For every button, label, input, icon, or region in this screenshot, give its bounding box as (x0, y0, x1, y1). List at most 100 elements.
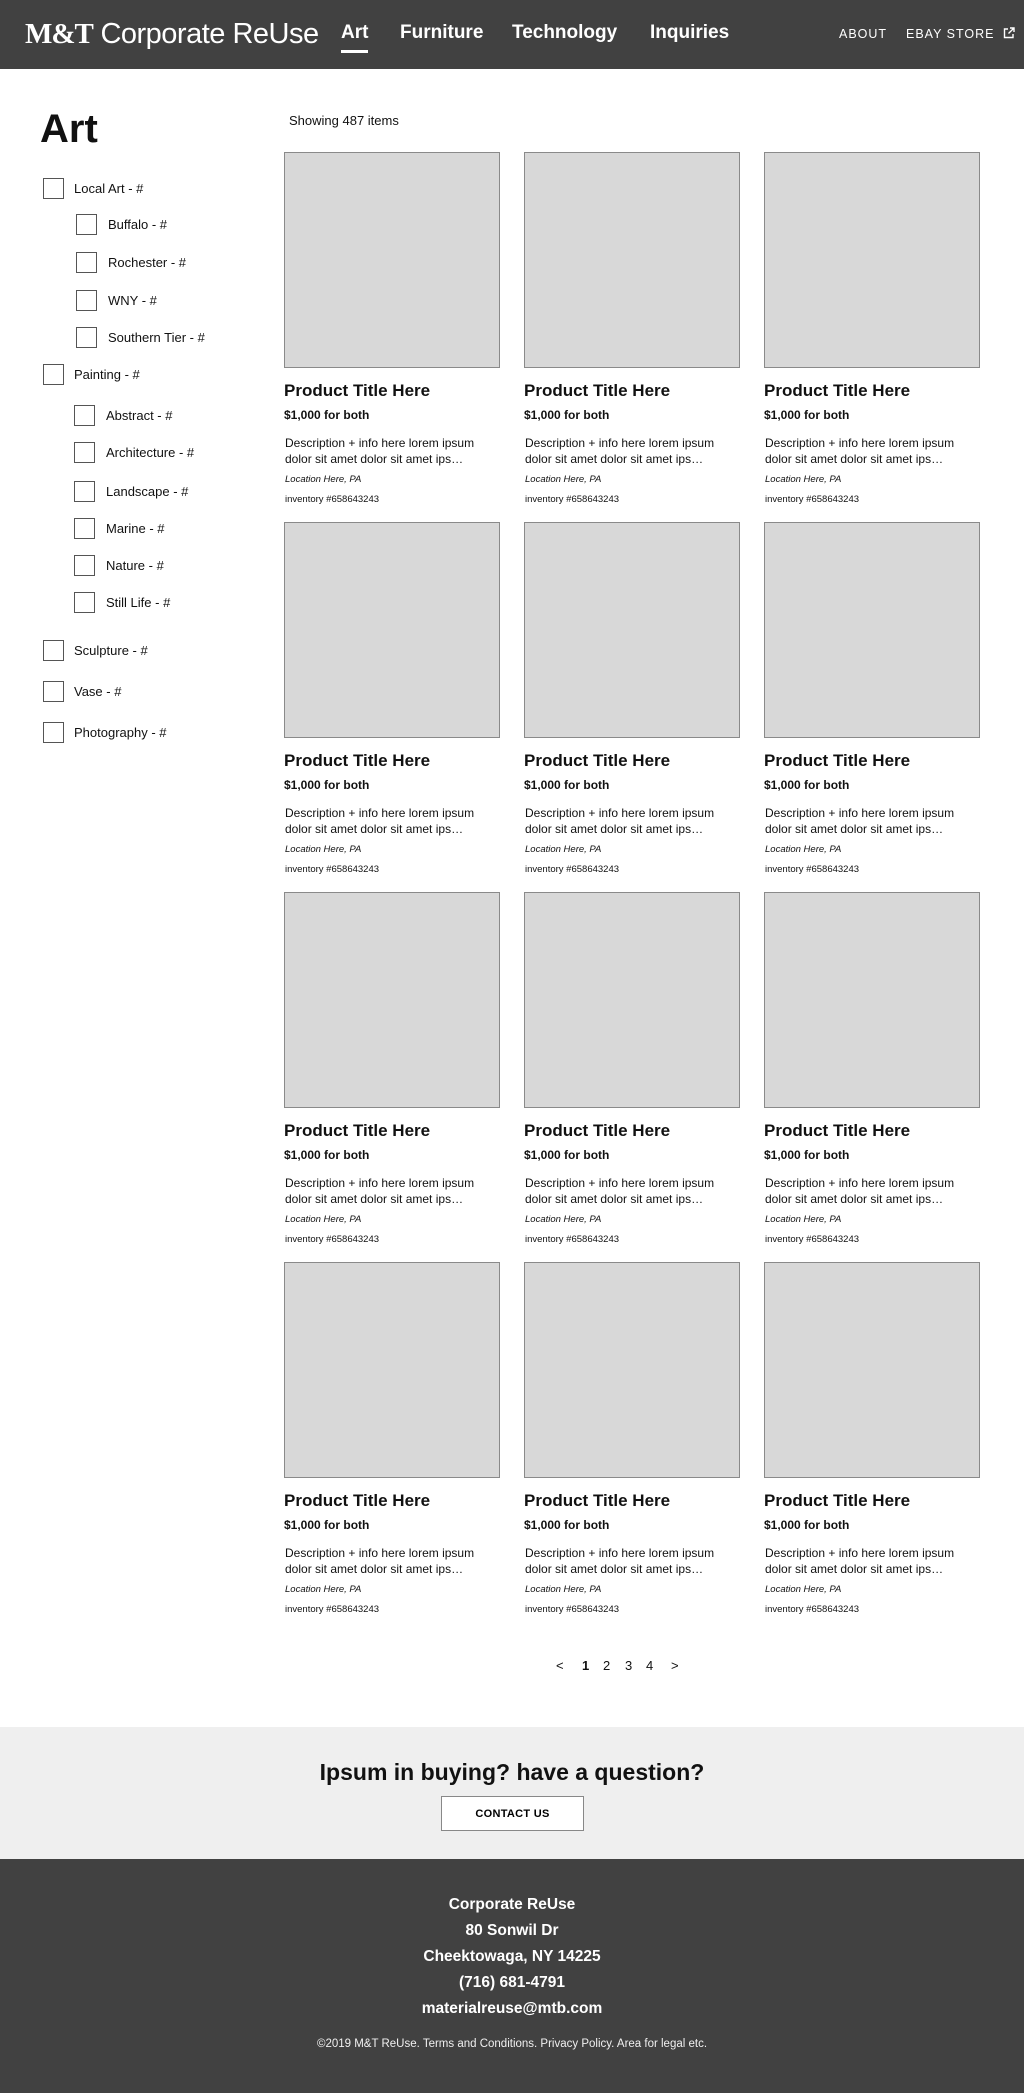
pagination-page-3[interactable]: 3 (625, 1658, 632, 1674)
filter-subcategory[interactable]: Nature - # (74, 555, 164, 576)
filter-subcategory[interactable]: Buffalo - # (76, 214, 167, 235)
logo-name: Corporate ReUse (100, 18, 319, 50)
product-title[interactable]: Product Title Here (524, 1490, 670, 1512)
product-image[interactable] (524, 522, 740, 738)
product-card[interactable]: Product Title Here $1,000 for both Descrip… (764, 152, 980, 518)
product-location: Location Here, PA (285, 1214, 362, 1225)
filter-subcategory[interactable]: Marine - # (74, 518, 165, 539)
filter-category[interactable]: Vase - # (43, 681, 121, 702)
product-card[interactable]: Product Title Here $1,000 for both Descrip… (524, 522, 740, 888)
product-location: Location Here, PA (525, 844, 602, 855)
product-image[interactable] (764, 152, 980, 368)
product-image[interactable] (764, 892, 980, 1108)
filter-checkbox[interactable] (43, 364, 64, 385)
product-card[interactable]: Product Title Here $1,000 for both Descrip… (764, 892, 980, 1258)
product-title[interactable]: Product Title Here (524, 750, 670, 772)
product-title[interactable]: Product Title Here (284, 1120, 430, 1142)
product-title[interactable]: Product Title Here (284, 1490, 430, 1512)
footer-phone[interactable]: (716) 681-4791 (0, 1973, 1024, 1993)
product-image[interactable] (284, 522, 500, 738)
footer-street: 80 Sonwil Dr (465, 1922, 559, 1939)
product-image[interactable] (284, 1262, 500, 1478)
product-title[interactable]: Product Title Here (764, 1490, 910, 1512)
product-card[interactable]: Product Title Here $1,000 for both Descrip… (284, 522, 500, 888)
result-count: Showing 487 items (289, 113, 399, 128)
filter-checkbox[interactable] (74, 442, 95, 463)
product-image[interactable] (764, 1262, 980, 1478)
filter-checkbox[interactable] (43, 722, 64, 743)
pagination-prev[interactable]: < (556, 1658, 564, 1674)
product-image[interactable] (284, 152, 500, 368)
filter-category[interactable]: Local Art - # (43, 178, 143, 199)
product-title[interactable]: Product Title Here (524, 1120, 670, 1142)
product-card[interactable]: Product Title Here $1,000 for both Descrip… (284, 152, 500, 518)
pagination-page-2[interactable]: 2 (603, 1658, 610, 1674)
filter-subcategory[interactable]: WNY - # (76, 290, 157, 311)
contact-us-button[interactable]: CONTACT US (441, 1796, 584, 1831)
product-location: Location Here, PA (525, 1214, 602, 1225)
product-image[interactable] (524, 152, 740, 368)
product-location: Location Here, PA (765, 1214, 842, 1225)
filter-checkbox[interactable] (74, 405, 95, 426)
filter-checkbox[interactable] (76, 214, 97, 235)
filter-label: Local Art - # (74, 180, 144, 196)
product-title[interactable]: Product Title Here (284, 380, 430, 402)
nav-tab-inquiries[interactable]: Inquiries (650, 20, 729, 46)
product-card[interactable]: Product Title Here $1,000 for both Descrip… (764, 522, 980, 888)
filter-category[interactable]: Photography - # (43, 722, 167, 743)
nav-tab-art[interactable]: Art (341, 20, 369, 53)
filter-checkbox[interactable] (76, 290, 97, 311)
filter-subcategory[interactable]: Rochester - # (76, 252, 186, 273)
product-title[interactable]: Product Title Here (764, 1120, 910, 1142)
pagination-page-1[interactable]: 1 (582, 1658, 589, 1674)
product-inventory: inventory #658643243 (285, 1234, 380, 1245)
filter-category[interactable]: Painting - # (43, 364, 140, 385)
site-header: M&T Corporate ReUse Art Furniture Techno… (0, 0, 1024, 69)
product-title[interactable]: Product Title Here (524, 380, 670, 402)
filter-subcategory[interactable]: Landscape - # (74, 481, 188, 502)
filter-label: Rochester - # (108, 254, 187, 270)
filter-subcategory[interactable]: Southern Tier - # (76, 327, 205, 348)
product-title[interactable]: Product Title Here (764, 380, 910, 402)
filter-checkbox[interactable] (76, 327, 97, 348)
product-image[interactable] (284, 892, 500, 1108)
product-card[interactable]: Product Title Here $1,000 for both Descrip… (764, 1262, 980, 1628)
filter-checkbox[interactable] (76, 252, 97, 273)
filter-checkbox[interactable] (74, 555, 95, 576)
product-card[interactable]: Product Title Here $1,000 for both Descrip… (524, 152, 740, 518)
filter-subcategory[interactable]: Architecture - # (74, 442, 194, 463)
filter-checkbox[interactable] (43, 178, 64, 199)
nav-tab-technology[interactable]: Technology (512, 20, 617, 46)
product-card[interactable]: Product Title Here $1,000 for both Descrip… (524, 1262, 740, 1628)
product-description: Description + info here lorem ipsum dolo… (285, 806, 475, 836)
pagination-next[interactable]: > (671, 1658, 679, 1674)
filter-checkbox[interactable] (74, 518, 95, 539)
filter-checkbox[interactable] (74, 592, 95, 613)
product-title[interactable]: Product Title Here (284, 750, 430, 772)
product-location: Location Here, PA (765, 474, 842, 485)
filter-category[interactable]: Sculpture - # (43, 640, 148, 661)
about-link[interactable]: ABOUT (839, 26, 887, 42)
nav-tab-furniture[interactable]: Furniture (400, 20, 483, 46)
filter-label: Vase - # (74, 683, 122, 699)
ebay-store-link[interactable]: EBAY STORE (906, 26, 1015, 42)
site-footer: Corporate ReUse 80 Sonwil Dr Cheektowaga… (0, 1859, 1024, 2093)
filter-checkbox[interactable] (43, 681, 64, 702)
product-location: Location Here, PA (285, 844, 362, 855)
filter-checkbox[interactable] (74, 481, 95, 502)
product-title[interactable]: Product Title Here (764, 750, 910, 772)
filter-label: Painting - # (74, 366, 140, 382)
product-image[interactable] (524, 892, 740, 1108)
filter-label: Landscape - # (106, 483, 189, 499)
filter-checkbox[interactable] (43, 640, 64, 661)
pagination-page-4[interactable]: 4 (646, 1658, 653, 1674)
filter-subcategory[interactable]: Still Life - # (74, 592, 170, 613)
product-card[interactable]: Product Title Here $1,000 for both Descrip… (284, 1262, 500, 1628)
product-card[interactable]: Product Title Here $1,000 for both Descrip… (524, 892, 740, 1258)
footer-email[interactable]: materialreuse@mtb.com (0, 1999, 1024, 2019)
product-image[interactable] (524, 1262, 740, 1478)
filter-subcategory[interactable]: Abstract - # (74, 405, 172, 426)
site-logo[interactable]: M&T Corporate ReUse (25, 17, 319, 51)
product-image[interactable] (764, 522, 980, 738)
product-card[interactable]: Product Title Here $1,000 for both Descrip… (284, 892, 500, 1258)
